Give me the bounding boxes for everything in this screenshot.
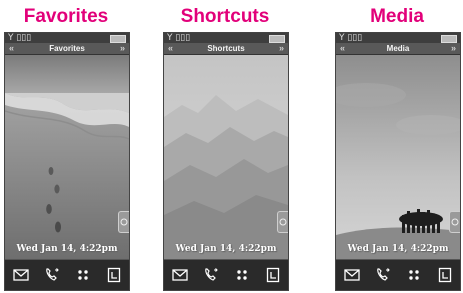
phone-icon[interactable] [40,263,64,287]
phone-icon[interactable] [199,263,223,287]
next-arrow-icon[interactable]: » [279,43,284,54]
envelope-icon[interactable] [340,263,364,287]
status-bar: Y ▯▯▯ [5,33,129,43]
battery-icon [441,35,457,43]
phone-screen: Y ▯▯▯ « Favorites » Wed Jan 14, 4:22pm [4,32,130,291]
phone-icon[interactable] [371,263,395,287]
wallpaper-mountains [164,55,288,260]
screen-title: Shortcuts [207,44,245,53]
screen-title: Favorites [49,44,85,53]
wallpaper-field [336,55,460,260]
contacts-icon[interactable] [102,263,126,287]
dots-grid-icon[interactable] [230,263,254,287]
screen-title-bar: « Shortcuts » [164,43,288,55]
date-time-display: Wed Jan 14, 4:22pm [175,244,277,254]
next-arrow-icon[interactable]: » [451,43,456,54]
prev-arrow-icon[interactable]: « [340,43,345,54]
status-bar: Y ▯▯▯ [336,33,460,43]
widget-tab-icon[interactable] [277,211,288,233]
screen-title: Media [386,44,410,53]
contacts-icon[interactable] [433,263,457,287]
dock [164,259,288,290]
envelope-icon[interactable] [168,263,192,287]
battery-icon [269,35,285,43]
phone-screen: Y ▯▯▯ « Shortcuts » Wed Jan 14, 4:22pm [163,32,289,291]
panel-title: Media [370,6,424,27]
feature-panels: Favorites Y ▯▯▯ « Favorites » Wed Jan 14… [0,0,463,293]
wallpaper-beach [5,55,129,260]
widget-tab-icon[interactable] [118,211,129,233]
status-bar: Y ▯▯▯ [164,33,288,43]
battery-icon [110,35,126,43]
prev-arrow-icon[interactable]: « [9,43,14,54]
signal-icon: Y ▯▯▯ [167,33,191,43]
dots-grid-icon[interactable] [402,263,426,287]
dots-grid-icon[interactable] [71,263,95,287]
screen-title-bar: « Favorites » [5,43,129,55]
signal-icon: Y ▯▯▯ [8,33,32,43]
date-time-display: Wed Jan 14, 4:22pm [347,244,449,254]
contacts-icon[interactable] [261,263,285,287]
favorites-panel: Favorites Y ▯▯▯ « Favorites » Wed Jan 14… [0,0,132,291]
widget-tab-icon[interactable] [449,211,460,233]
signal-icon: Y ▯▯▯ [339,33,363,43]
envelope-icon[interactable] [9,263,33,287]
phone-screen: Y ▯▯▯ « Media » Wed Jan 14, 4:22pm [335,32,461,291]
shortcuts-panel: Shortcuts Y ▯▯▯ « Shortcuts » Wed Jan 14… [159,0,291,291]
panel-title: Favorites [23,6,109,27]
dock [5,259,129,290]
next-arrow-icon[interactable]: » [120,43,125,54]
media-panel: Media Y ▯▯▯ « Media » Wed Jan 14, 4:22pm [331,0,463,291]
dock [336,259,460,290]
prev-arrow-icon[interactable]: « [168,43,173,54]
date-time-display: Wed Jan 14, 4:22pm [16,244,118,254]
screen-title-bar: « Media » [336,43,460,55]
panel-title: Shortcuts [180,6,270,27]
